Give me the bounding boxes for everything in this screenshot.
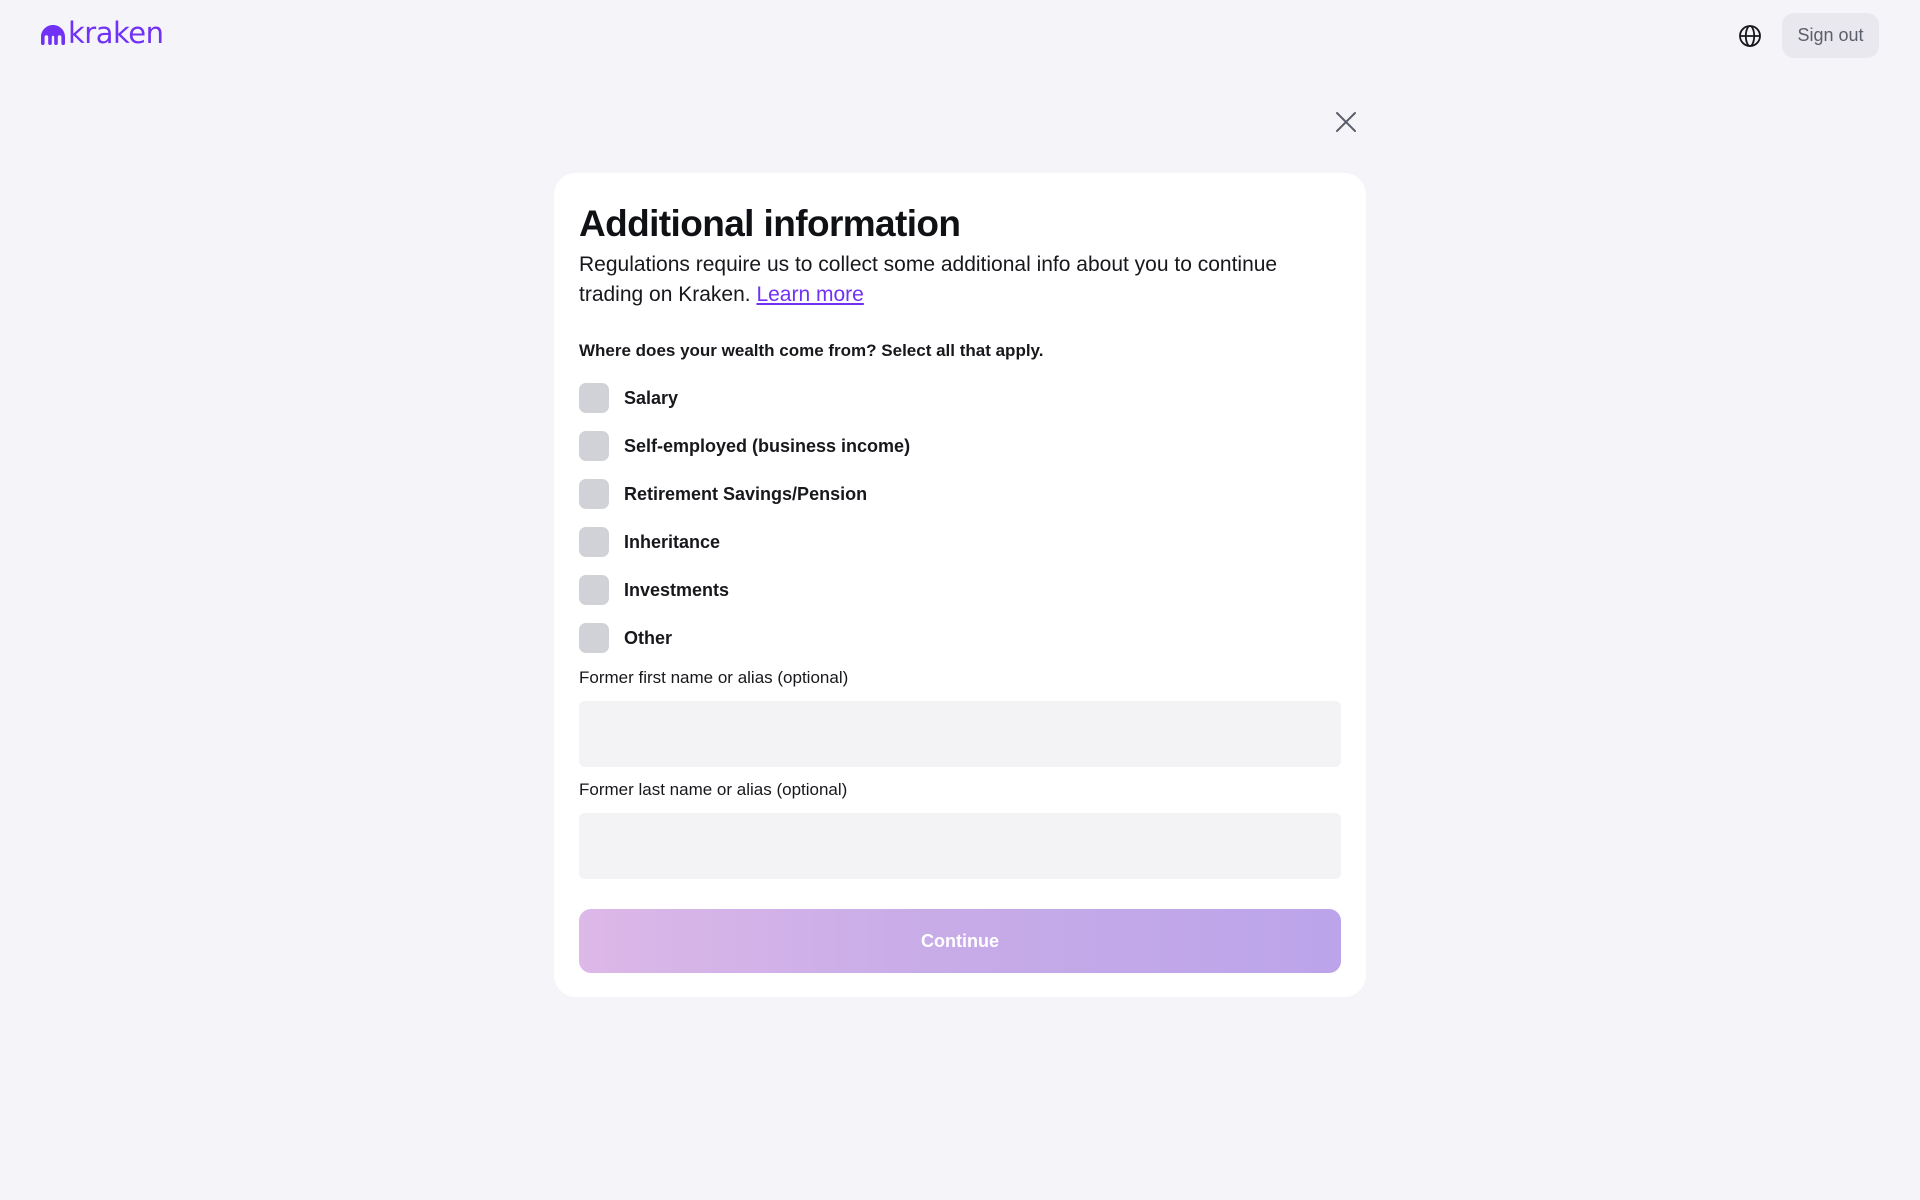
- other-checkbox[interactable]: [579, 623, 609, 653]
- page-title: Additional information: [579, 203, 961, 244]
- continue-button[interactable]: Continue: [579, 909, 1341, 973]
- inheritance-checkbox[interactable]: [579, 527, 609, 557]
- option-label: Retirement Savings/Pension: [624, 483, 868, 504]
- option-label: Investments: [624, 579, 730, 600]
- language-button[interactable]: [1737, 23, 1763, 49]
- close-icon: [1336, 112, 1356, 132]
- option-salary[interactable]: Salary: [579, 374, 1341, 422]
- additional-info-card: Additional information Regulations requi…: [554, 173, 1366, 997]
- first-name-input[interactable]: [579, 701, 1341, 767]
- retirement-checkbox[interactable]: [579, 479, 609, 509]
- self-employed-checkbox[interactable]: [579, 431, 609, 461]
- globe-icon: [1739, 25, 1761, 47]
- kraken-mark-icon: [41, 25, 65, 45]
- investments-checkbox[interactable]: [579, 575, 609, 605]
- intro-body: Regulations require us to collect some a…: [579, 253, 1278, 306]
- first-name-label: Former first name or alias (optional): [579, 668, 849, 687]
- option-retirement[interactable]: Retirement Savings/Pension: [579, 470, 1341, 518]
- sign-out-button[interactable]: Sign out: [1782, 13, 1879, 58]
- option-investments[interactable]: Investments: [579, 566, 1341, 614]
- close-button[interactable]: [1332, 109, 1360, 135]
- logo-text: kraken: [68, 16, 164, 50]
- salary-checkbox[interactable]: [579, 383, 609, 413]
- last-name-input[interactable]: [579, 813, 1341, 879]
- learn-more-link[interactable]: Learn more: [756, 283, 863, 306]
- option-inheritance[interactable]: Inheritance: [579, 518, 1341, 566]
- top-bar: kraken Sign out: [0, 0, 1920, 72]
- wealth-source-options: Salary Self-employed (business income) R…: [579, 382, 1341, 670]
- option-label: Self-employed (business income): [624, 435, 911, 456]
- option-label: Other: [624, 627, 673, 648]
- kraken-logo[interactable]: kraken: [40, 16, 164, 50]
- option-label: Inheritance: [624, 531, 721, 552]
- option-self-employed[interactable]: Self-employed (business income): [579, 422, 1341, 470]
- wealth-source-question: Where does your wealth come from? Select…: [579, 341, 1044, 360]
- intro-text: Regulations require us to collect some a…: [579, 250, 1341, 310]
- option-other[interactable]: Other: [579, 614, 1341, 662]
- last-name-label: Former last name or alias (optional): [579, 780, 848, 799]
- option-label: Salary: [624, 387, 679, 408]
